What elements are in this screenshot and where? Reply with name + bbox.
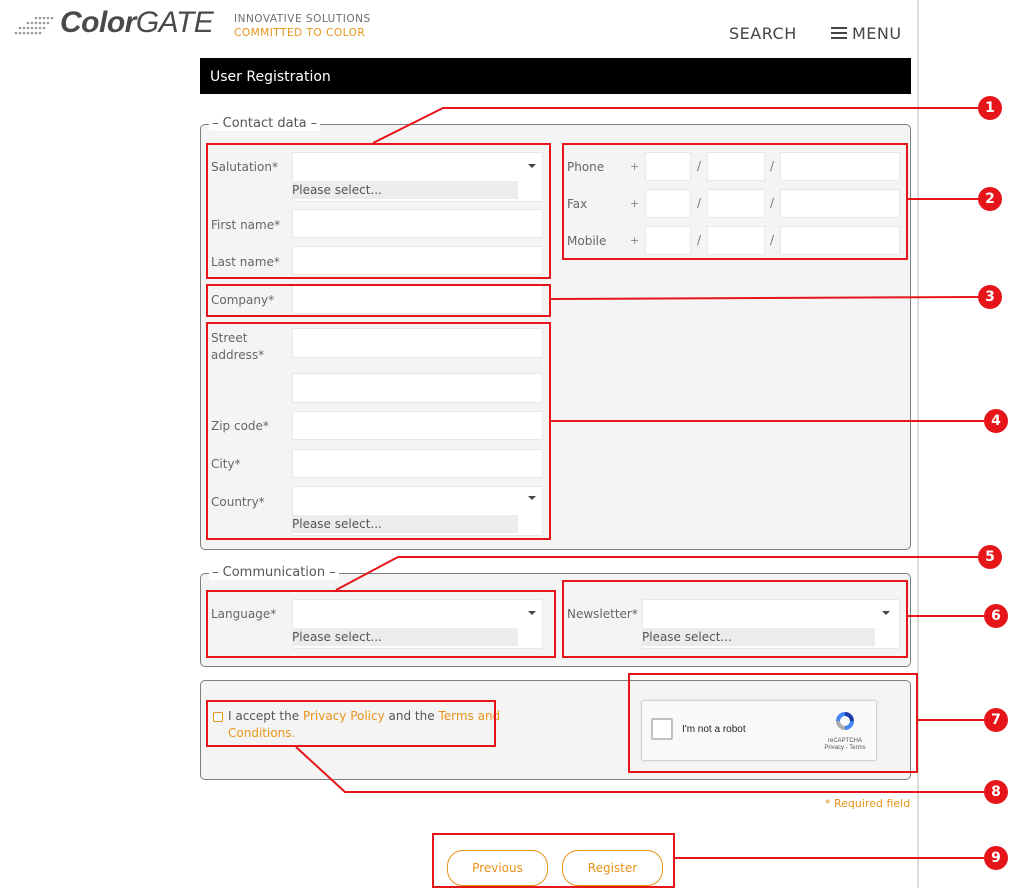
tagline-top: INNOVATIVE SOLUTIONS [234,13,371,25]
required-field-note: * Required field [825,797,911,810]
annotation-box-6 [562,580,908,658]
annotation-box-3 [206,284,551,317]
annotation-badge-6: 6 [984,604,1008,628]
annotation-badge-1: 1 [978,96,1002,120]
search-link[interactable]: SEARCH [729,24,797,43]
communication-legend: – Communication – [209,565,339,580]
annotation-box-8 [206,700,496,747]
annotation-box-9 [432,833,675,888]
annotation-badge-3: 3 [978,285,1002,309]
annotation-box-5 [206,590,556,658]
logo-dots-icon [14,16,54,35]
annotation-badge-9: 9 [984,846,1008,870]
tagline-bottom: COMMITTED TO COLOR [234,27,366,39]
logo-bold-text: Color [60,6,136,39]
logo-regular-text: GATE [135,6,214,39]
annotation-box-1 [206,143,551,279]
menu-link[interactable]: MENU [852,24,902,43]
contact-data-legend: – Contact data – [209,116,321,131]
annotation-box-2 [562,143,908,260]
annotation-badge-5: 5 [978,545,1002,569]
annotation-badge-8: 8 [984,780,1008,804]
page-title: User Registration [200,58,911,94]
logo[interactable]: ColorGATE [60,6,214,40]
annotation-box-4 [206,322,551,540]
annotation-badge-7: 7 [984,708,1008,732]
annotation-badge-2: 2 [978,187,1002,211]
annotation-box-7 [628,673,918,773]
annotation-badge-4: 4 [984,409,1008,433]
hamburger-menu-icon[interactable] [831,27,847,39]
